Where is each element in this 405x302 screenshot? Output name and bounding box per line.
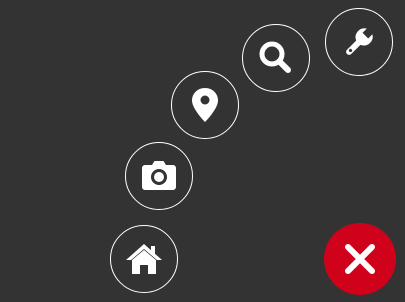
wrench-icon (346, 28, 373, 55)
radial-menu (0, 0, 405, 302)
search-icon (259, 41, 291, 73)
camera-button[interactable] (125, 142, 193, 210)
map-pin-icon (192, 88, 218, 122)
home-button[interactable] (110, 225, 178, 293)
close-icon (345, 244, 375, 274)
camera-icon (142, 161, 176, 190)
home-icon (126, 244, 162, 274)
location-button[interactable] (171, 71, 239, 139)
close-button[interactable] (324, 223, 396, 295)
tools-button[interactable] (325, 8, 393, 76)
search-button[interactable] (242, 24, 310, 92)
